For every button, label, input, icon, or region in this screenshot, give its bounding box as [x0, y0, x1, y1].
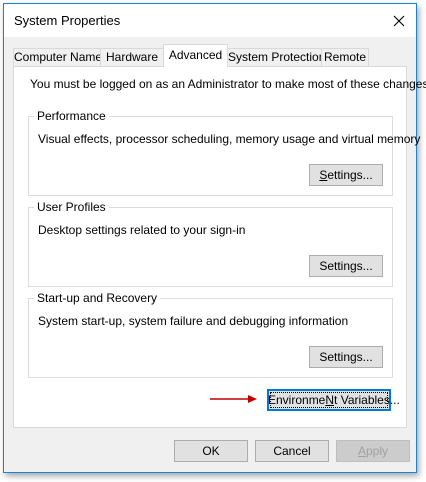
ok-button[interactable]: OK [174, 440, 248, 462]
focus-rectangle [270, 392, 388, 408]
apply-accel: A [357, 444, 366, 458]
red-arrow-icon [210, 395, 257, 403]
cancel-button[interactable]: Cancel [255, 440, 329, 462]
performance-title: Performance [34, 109, 109, 123]
performance-settings-label: ettings... [327, 168, 373, 182]
startup-recovery-settings-button[interactable]: Settings... [309, 346, 383, 368]
apply-label: pply [366, 444, 389, 458]
admin-note: You must be logged on as an Administrato… [30, 77, 426, 91]
tab-computer-name[interactable]: Computer Name [13, 48, 102, 66]
tab-system-protection[interactable]: System Protection [227, 48, 325, 66]
user-profiles-settings-button[interactable]: Settings... [309, 255, 383, 277]
startup-recovery-settings-label: ettings... [327, 350, 373, 364]
user-profiles-group: User Profiles Desktop settings related t… [28, 200, 393, 287]
startup-recovery-title: Start-up and Recovery [34, 291, 161, 305]
tab-advanced[interactable]: Advanced [163, 44, 228, 67]
apply-button[interactable]: Apply [336, 440, 410, 462]
startup-recovery-group: Start-up and Recovery System start-up, s… [28, 291, 393, 378]
title-bar[interactable]: System Properties [4, 4, 416, 37]
startup-recovery-description: System start-up, system failure and debu… [38, 314, 349, 328]
tab-remote[interactable]: Remote [321, 48, 369, 66]
performance-group: Performance Visual effects, processor sc… [28, 109, 420, 196]
user-profiles-title: User Profiles [34, 200, 109, 214]
user-profiles-settings-label: ettings... [327, 259, 372, 273]
performance-settings-button[interactable]: Settings... [309, 164, 383, 186]
performance-description: Visual effects, processor scheduling, me… [38, 132, 421, 146]
user-profiles-description: Desktop settings related to your sign-in [38, 223, 246, 237]
user-profiles-settings-label-text: ettings... [327, 259, 373, 273]
close-icon [393, 15, 405, 26]
advanced-tab-panel: You must be logged on as an Administrato… [13, 66, 426, 428]
environment-variables-button[interactable]: EnvironmeNt Variables... [267, 389, 400, 411]
close-button[interactable] [382, 4, 416, 37]
window-title: System Properties [14, 13, 121, 28]
tab-hardware[interactable]: Hardware [100, 48, 164, 66]
system-properties-window: System Properties Computer Name Hardware… [3, 3, 426, 473]
